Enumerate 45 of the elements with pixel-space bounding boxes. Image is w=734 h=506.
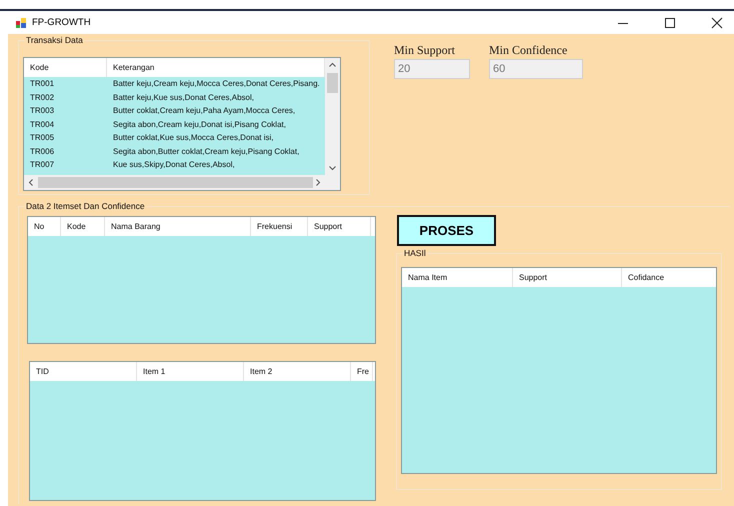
table-cell-text: TR005	[29, 133, 56, 142]
horizontal-scrollbar[interactable]	[24, 175, 340, 190]
window-title: FP-GROWTH	[32, 17, 91, 28]
column-header[interactable]: Item 1	[137, 362, 244, 381]
maximize-icon[interactable]	[664, 16, 676, 28]
group-label: Transaksi Data	[25, 35, 84, 46]
field-label: Min Confidence	[489, 43, 568, 59]
data-table[interactable]: Nama Item Support Cofidance	[401, 267, 717, 474]
column-header[interactable]: Fre	[351, 362, 373, 381]
proses-button[interactable]: PROSES	[397, 215, 496, 246]
column-header[interactable]: Frekuensi	[251, 217, 308, 236]
field-label: Min Support	[394, 43, 456, 59]
scrollbar-thumb[interactable]	[327, 73, 338, 93]
column-header[interactable]: Nama Barang	[105, 217, 251, 236]
table-cell-text: Butter coklat,Cream keju,Paha Ayam,Mocca Ceres,	[112, 106, 296, 116]
column-header[interactable]: Cofidance	[622, 268, 716, 287]
vertical-scrollbar[interactable]	[325, 58, 340, 175]
column-header[interactable]: No	[28, 217, 61, 236]
table-cell-text: TR003	[29, 106, 56, 116]
table-cell-text: Kue sus,Skipy,Donat Ceres,Absol,	[112, 160, 236, 170]
table-cell-text: TR006	[29, 146, 56, 156]
column-header[interactable]: TID	[30, 362, 137, 381]
table-cell-text: TR001	[29, 79, 56, 88]
table-cell-text: Batter keju,Cream keju,Mocca Ceres,Donat Ceres,Pisang.	[112, 79, 321, 88]
scrollbar-thumb[interactable]	[38, 177, 313, 188]
group-label: Data 2 Itemset Dan Confidence	[25, 201, 146, 212]
table-cell-text: Butter coklat,Kue sus,Mocca Ceres,Donat isi,	[112, 133, 275, 142]
column-header[interactable]: Kode	[24, 58, 107, 77]
table-cell-text: TR007	[29, 160, 56, 170]
column-header[interactable]: Support	[308, 217, 371, 236]
table-cell-text: TR004	[29, 120, 56, 129]
table-cell-text: Segita abon,Cream keju,Donat isi,Pisang Coklat,	[112, 120, 287, 129]
close-icon[interactable]	[711, 16, 723, 28]
data-table[interactable]: TID Item 1 Item 2 Fre	[29, 361, 376, 501]
data-table[interactable]	[23, 57, 341, 191]
data-table[interactable]: No Kode Nama Barang Frekuensi Support	[27, 216, 376, 344]
table-cell-text: TR002	[29, 92, 56, 102]
app-icon	[16, 18, 26, 28]
table-cell-text: Segita abon,Butter coklat,Cream keju,Pisang Coklat,	[112, 146, 300, 156]
column-header[interactable]: Item 2	[244, 362, 351, 381]
group-label: HASIl	[403, 248, 427, 259]
table-cell-text: Batter keju,Kue sus,Donat Ceres,Absol,	[112, 92, 255, 102]
column-header[interactable]: Nama Item	[402, 268, 513, 287]
column-header[interactable]: Support	[513, 268, 622, 287]
column-header[interactable]: Kode	[61, 217, 105, 236]
